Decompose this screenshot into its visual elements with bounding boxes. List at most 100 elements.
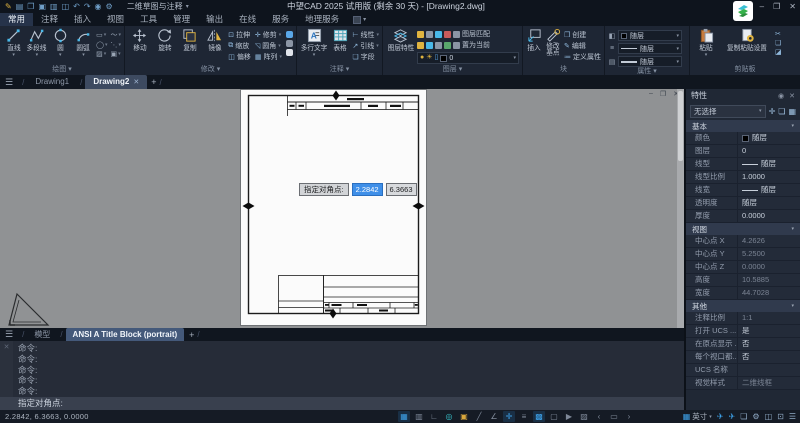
copy-clip-button[interactable]: ❏ [775, 39, 782, 47]
dynamic-input-y-field[interactable]: 6.3663 [386, 183, 417, 196]
ribbon-tab-tools[interactable]: 工具 [132, 13, 165, 26]
drawing-canvas[interactable]: 指定对角点: 2.2842 6.3663 – ❐ ✕ [0, 89, 684, 328]
new-file-icon[interactable]: ▤ [16, 0, 24, 13]
layer-on-icon[interactable] [417, 31, 424, 38]
layer-thaw-icon[interactable] [417, 42, 424, 49]
close-button[interactable]: ✕ [789, 0, 796, 13]
vp-minimize-icon[interactable]: – [649, 90, 653, 98]
leader-button[interactable]: ↗引线▾ [352, 41, 379, 51]
layer-unlock-icon[interactable] [426, 42, 433, 49]
close-tab-icon[interactable]: ✕ [133, 79, 139, 86]
layout-tab-menu-icon[interactable]: ☰ [5, 329, 13, 340]
redo-icon[interactable]: ↷ [84, 0, 91, 13]
dyn-input-toggle[interactable]: ✛ [503, 411, 515, 422]
polar-toggle[interactable]: ◎ [443, 411, 455, 422]
ribbon-tab-insert[interactable]: 插入 [66, 13, 99, 26]
app-menu-icon[interactable]: ✎ [5, 0, 12, 13]
rectangle-tool[interactable]: ▭▾ [96, 30, 107, 40]
ortho-toggle[interactable]: ∟ [428, 411, 440, 422]
annotation-plane-icon-2[interactable]: ✈ [729, 412, 736, 421]
copy-button[interactable]: 复制 [178, 28, 201, 53]
array-button[interactable]: ▦阵列▾ [255, 52, 282, 62]
layer-merge-icon[interactable] [444, 42, 451, 49]
ribbon-tab-output[interactable]: 输出 [198, 13, 231, 26]
paper-sheet[interactable] [240, 89, 427, 326]
workspace-switcher[interactable]: 二维草图与注释 ▾ [127, 1, 189, 12]
field-button[interactable]: ❏字段 [352, 52, 379, 62]
move-button[interactable]: 移动 [128, 28, 151, 53]
layer-properties-button[interactable]: 图层特性 [386, 28, 415, 53]
vp-restore-icon[interactable]: ❐ [660, 90, 666, 98]
pin-icon[interactable]: ◉ [778, 92, 784, 100]
scale-button[interactable]: ⧉缩放 [228, 41, 251, 51]
snap-toggle[interactable]: ▥ [413, 411, 425, 422]
linear-dim-button[interactable]: ⊢线性▾ [352, 30, 379, 40]
doc-tab-menu-icon[interactable]: ☰ [5, 77, 13, 88]
lineweight-toggle[interactable]: ≡ [518, 411, 530, 422]
ribbon-tab-services[interactable]: 服务 [264, 13, 297, 26]
group-label-block[interactable]: 块 [523, 65, 604, 75]
ribbon-options[interactable]: ▾ [353, 13, 366, 26]
paste-button[interactable]: 粘贴 ▾ [693, 28, 719, 57]
otrack-toggle[interactable]: ╱ [473, 411, 485, 422]
new-doc-tab-button[interactable]: + [151, 77, 156, 87]
osnap-toggle[interactable]: ▣ [458, 411, 470, 422]
ribbon-tab-view[interactable]: 视图 [99, 13, 132, 26]
ribbon-tab-online[interactable]: 在线 [231, 13, 264, 26]
trim-button[interactable]: ✛修剪▾ [255, 30, 282, 40]
next-scale-button[interactable]: › [623, 411, 635, 422]
pickadd-toggle-icon[interactable]: ✛ [769, 107, 776, 116]
group-label-annotate[interactable]: 注释 ▾ [297, 65, 382, 75]
plot-preview-icon[interactable]: ◫ [62, 0, 70, 13]
maximize-button[interactable]: ❐ [773, 0, 780, 13]
offset-button[interactable]: ◫偏移 [228, 52, 251, 62]
settings-gear-icon[interactable]: ⚙ [752, 412, 759, 421]
annotation-scale-button[interactable]: ▭ [608, 411, 620, 422]
table-button[interactable]: 表格 [330, 28, 350, 53]
doc-tab-drawing1[interactable]: Drawing1 [27, 75, 77, 89]
prev-scale-button[interactable]: ‹ [593, 411, 605, 422]
section-view[interactable]: 视图 ▾ [686, 223, 800, 235]
command-prompt[interactable]: 指定对角点: [0, 397, 684, 410]
mirror-button[interactable]: 镜像 [203, 28, 226, 53]
doc-tab-drawing2[interactable]: Drawing2✕ [85, 75, 147, 90]
create-block-button[interactable]: ❒创建 [564, 30, 601, 40]
transparency-toggle[interactable]: ▩ [533, 411, 545, 422]
scrollbar-thumb[interactable] [678, 91, 683, 161]
selection-cycling-toggle[interactable]: ▢ [548, 411, 560, 422]
new-layout-button[interactable]: + [189, 330, 194, 340]
minimize-button[interactable]: – [760, 0, 764, 13]
edit-base-button[interactable]: 修改基点 [544, 28, 562, 57]
ribbon-tab-manage[interactable]: 管理 [165, 13, 198, 26]
point-tool[interactable]: ⋱▾ [110, 41, 121, 49]
cut-button[interactable]: ✂ [775, 30, 782, 38]
match-properties-button[interactable]: ◪ [775, 48, 782, 56]
layout-tab-ansi-a[interactable]: ANSI A Title Block (portrait) [66, 328, 185, 341]
grid-toggle[interactable]: ▦ [398, 411, 410, 422]
color-select[interactable]: 随层 ▾ [618, 30, 682, 41]
region-tool[interactable]: ▣▾ [110, 50, 121, 58]
group-label-clipboard[interactable]: 剪贴板 [690, 65, 800, 75]
layer-walk-icon[interactable] [435, 42, 442, 49]
layer-match-button[interactable]: 图层匹配 [462, 29, 490, 39]
display-icon[interactable]: ◫ [765, 412, 773, 421]
insert-block-button[interactable]: 插入 [526, 28, 542, 53]
group-label-layer[interactable]: 图层 ▾ [383, 65, 522, 75]
selection-dropdown[interactable]: 无选择 ▾ [690, 105, 766, 118]
erase-tool-icon[interactable] [286, 31, 293, 38]
section-other[interactable]: 其他 ▾ [686, 300, 800, 312]
command-window[interactable]: ✕ 命令: 命令: 命令: 命令: 命令: [0, 341, 684, 397]
section-basic[interactable]: 基本 ▾ [686, 120, 800, 132]
quick-properties-icon[interactable]: ❏ [740, 412, 747, 421]
layer-lock-icon[interactable] [435, 31, 442, 38]
status-menu-icon[interactable]: ☰ [789, 412, 796, 421]
circle-button[interactable]: 圆 ▾ [50, 28, 71, 57]
hatch-tool[interactable]: ▨▾ [96, 50, 107, 58]
layer-set-current-button[interactable]: 置为当前 [462, 40, 490, 50]
workspace-gear-icon[interactable]: ⚙ [106, 0, 113, 13]
spline-tool[interactable]: ～▾ [110, 30, 121, 40]
annotation-plane-icon[interactable]: ✈ [717, 412, 724, 421]
group-label-modify[interactable]: 修改 ▾ [125, 65, 296, 75]
fullscreen-icon[interactable]: ⊡ [777, 412, 784, 421]
autoscale-toggle[interactable]: ▨ [578, 411, 590, 422]
